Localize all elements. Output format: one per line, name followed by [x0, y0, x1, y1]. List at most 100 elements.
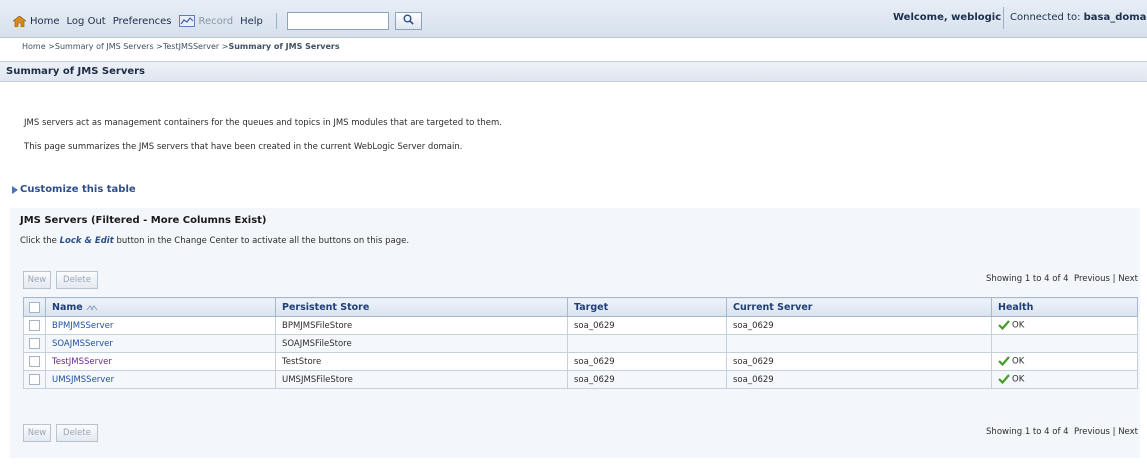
target-cell: soa_0629 [567, 316, 727, 335]
sort-ascending-icon[interactable] [86, 303, 98, 311]
row-select-cell [23, 352, 46, 371]
table-title: JMS Servers (Filtered - More Columns Exi… [20, 215, 267, 226]
breadcrumb-current: Summary of JMS Servers [228, 42, 340, 51]
record-icon[interactable] [178, 15, 195, 27]
next-link[interactable]: Next [1118, 427, 1138, 437]
table-row: TestJMSServer TestStore soa_0629 soa_062… [23, 352, 1138, 371]
server-name-link[interactable]: UMSJMSServer [52, 375, 114, 385]
table-header-row: Name Persistent Store Target Current Ser… [23, 297, 1138, 317]
table-row: BPMJMSServer BPMJMSFileStore soa_0629 so… [23, 316, 1138, 335]
checkmark-icon [998, 356, 1010, 367]
showing-count: Showing 1 to 4 of 4 [986, 427, 1069, 437]
record-link[interactable]: Record [199, 16, 234, 27]
health-status: OK [1012, 320, 1025, 331]
health-status: OK [1012, 374, 1025, 385]
store-cell: SOAJMSFileStore [275, 334, 568, 353]
table-row: UMSJMSServer UMSJMSFileStore soa_0629 so… [23, 370, 1138, 389]
column-header-store[interactable]: Persistent Store [275, 297, 568, 317]
previous-link[interactable]: Previous [1074, 274, 1110, 284]
store-cell: TestStore [275, 352, 568, 371]
health-cell: OK [991, 370, 1138, 389]
welcome-text: Welcome, weblogic [893, 12, 1002, 23]
delete-button[interactable]: Delete [56, 424, 98, 442]
server-name-link[interactable]: TestJMSServer [52, 357, 112, 367]
column-header-health[interactable]: Health [991, 297, 1138, 317]
description-text: This page summarizes the JMS servers tha… [24, 142, 463, 152]
server-name-link[interactable]: SOAJMSServer [52, 339, 113, 349]
column-header-server[interactable]: Current Server [726, 297, 992, 317]
description-text: JMS servers act as management containers… [24, 118, 502, 128]
target-cell: soa_0629 [567, 370, 727, 389]
lock-edit-note: Click the Lock & Edit button in the Chan… [20, 236, 409, 246]
checkmark-icon [998, 374, 1010, 385]
new-button[interactable]: New [23, 271, 51, 289]
row-select-cell [23, 316, 46, 335]
home-icon[interactable] [12, 15, 27, 27]
server-cell: soa_0629 [726, 370, 992, 389]
global-nav: Home Log Out Preferences Record Help [12, 12, 422, 30]
header-divider [1003, 7, 1004, 29]
server-cell: soa_0629 [726, 316, 992, 335]
triangle-right-icon [12, 185, 18, 194]
new-button[interactable]: New [23, 424, 51, 442]
target-cell [567, 334, 727, 353]
table-actions-bottom: New Delete Showing 1 to 4 of 4 Previous … [23, 424, 1138, 442]
name-cell: TestJMSServer [45, 352, 276, 371]
customize-table-toggle[interactable]: Customize this table [12, 184, 136, 195]
breadcrumb-trail[interactable]: Home >Summary of JMS Servers >TestJMSSer… [22, 42, 228, 51]
health-cell: OK [991, 316, 1138, 335]
page-title: Summary of JMS Servers [6, 66, 145, 77]
magnifier-icon [403, 14, 414, 28]
row-checkbox[interactable] [29, 374, 40, 385]
row-checkbox[interactable] [29, 320, 40, 331]
store-cell: BPMJMSFileStore [275, 316, 568, 335]
store-cell: UMSJMSFileStore [275, 370, 568, 389]
customize-label: Customize this table [20, 184, 136, 195]
column-header-name[interactable]: Name [45, 297, 276, 317]
column-label: Name [52, 301, 83, 313]
logout-link[interactable]: Log Out [67, 16, 106, 27]
pager: Showing 1 to 4 of 4 Previous | Next [986, 274, 1138, 284]
table-row: SOAJMSServer SOAJMSFileStore [23, 334, 1138, 353]
showing-count: Showing 1 to 4 of 4 [986, 274, 1069, 284]
pager-separator: | [1112, 274, 1116, 284]
search-button[interactable] [394, 12, 422, 30]
jms-servers-table: Name Persistent Store Target Current Ser… [23, 297, 1138, 389]
delete-button[interactable]: Delete [56, 271, 98, 289]
search-input[interactable] [286, 12, 389, 30]
lock-edit-ref: Lock & Edit [59, 236, 114, 246]
server-cell: soa_0629 [726, 352, 992, 371]
connection-status: Connected to: basa_domai [1010, 12, 1147, 23]
top-toolbar: Home Log Out Preferences Record Help Wel… [0, 0, 1147, 38]
domain-name: basa_domai [1083, 12, 1147, 23]
previous-link[interactable]: Previous [1074, 427, 1110, 437]
server-name-link[interactable]: BPMJMSServer [52, 321, 113, 331]
home-link[interactable]: Home [30, 16, 60, 27]
next-link[interactable]: Next [1118, 274, 1138, 284]
row-checkbox[interactable] [29, 338, 40, 349]
column-header-target[interactable]: Target [567, 297, 727, 317]
health-cell: OK [991, 352, 1138, 371]
row-checkbox[interactable] [29, 356, 40, 367]
select-all-checkbox[interactable] [29, 301, 40, 313]
note-text: Click the [20, 236, 60, 246]
page-title-bar: Summary of JMS Servers [0, 61, 1147, 82]
breadcrumb: Home >Summary of JMS Servers >TestJMSSer… [22, 42, 340, 51]
help-link[interactable]: Help [240, 16, 263, 27]
health-status: OK [1012, 356, 1025, 367]
connected-label: Connected to: [1010, 12, 1081, 23]
pager: Showing 1 to 4 of 4 Previous | Next [986, 427, 1138, 437]
checkmark-icon [998, 320, 1010, 331]
table-actions-top: New Delete Showing 1 to 4 of 4 Previous … [23, 271, 1138, 289]
select-all-cell [23, 297, 46, 317]
pager-separator: | [1112, 427, 1116, 437]
name-cell: SOAJMSServer [45, 334, 276, 353]
row-select-cell [23, 370, 46, 389]
preferences-link[interactable]: Preferences [113, 16, 172, 27]
health-cell [991, 334, 1138, 353]
note-text: button in the Change Center to activate … [113, 236, 410, 246]
row-select-cell [23, 334, 46, 353]
name-cell: BPMJMSServer [45, 316, 276, 335]
target-cell: soa_0629 [567, 352, 727, 371]
toolbar-divider [275, 13, 277, 29]
